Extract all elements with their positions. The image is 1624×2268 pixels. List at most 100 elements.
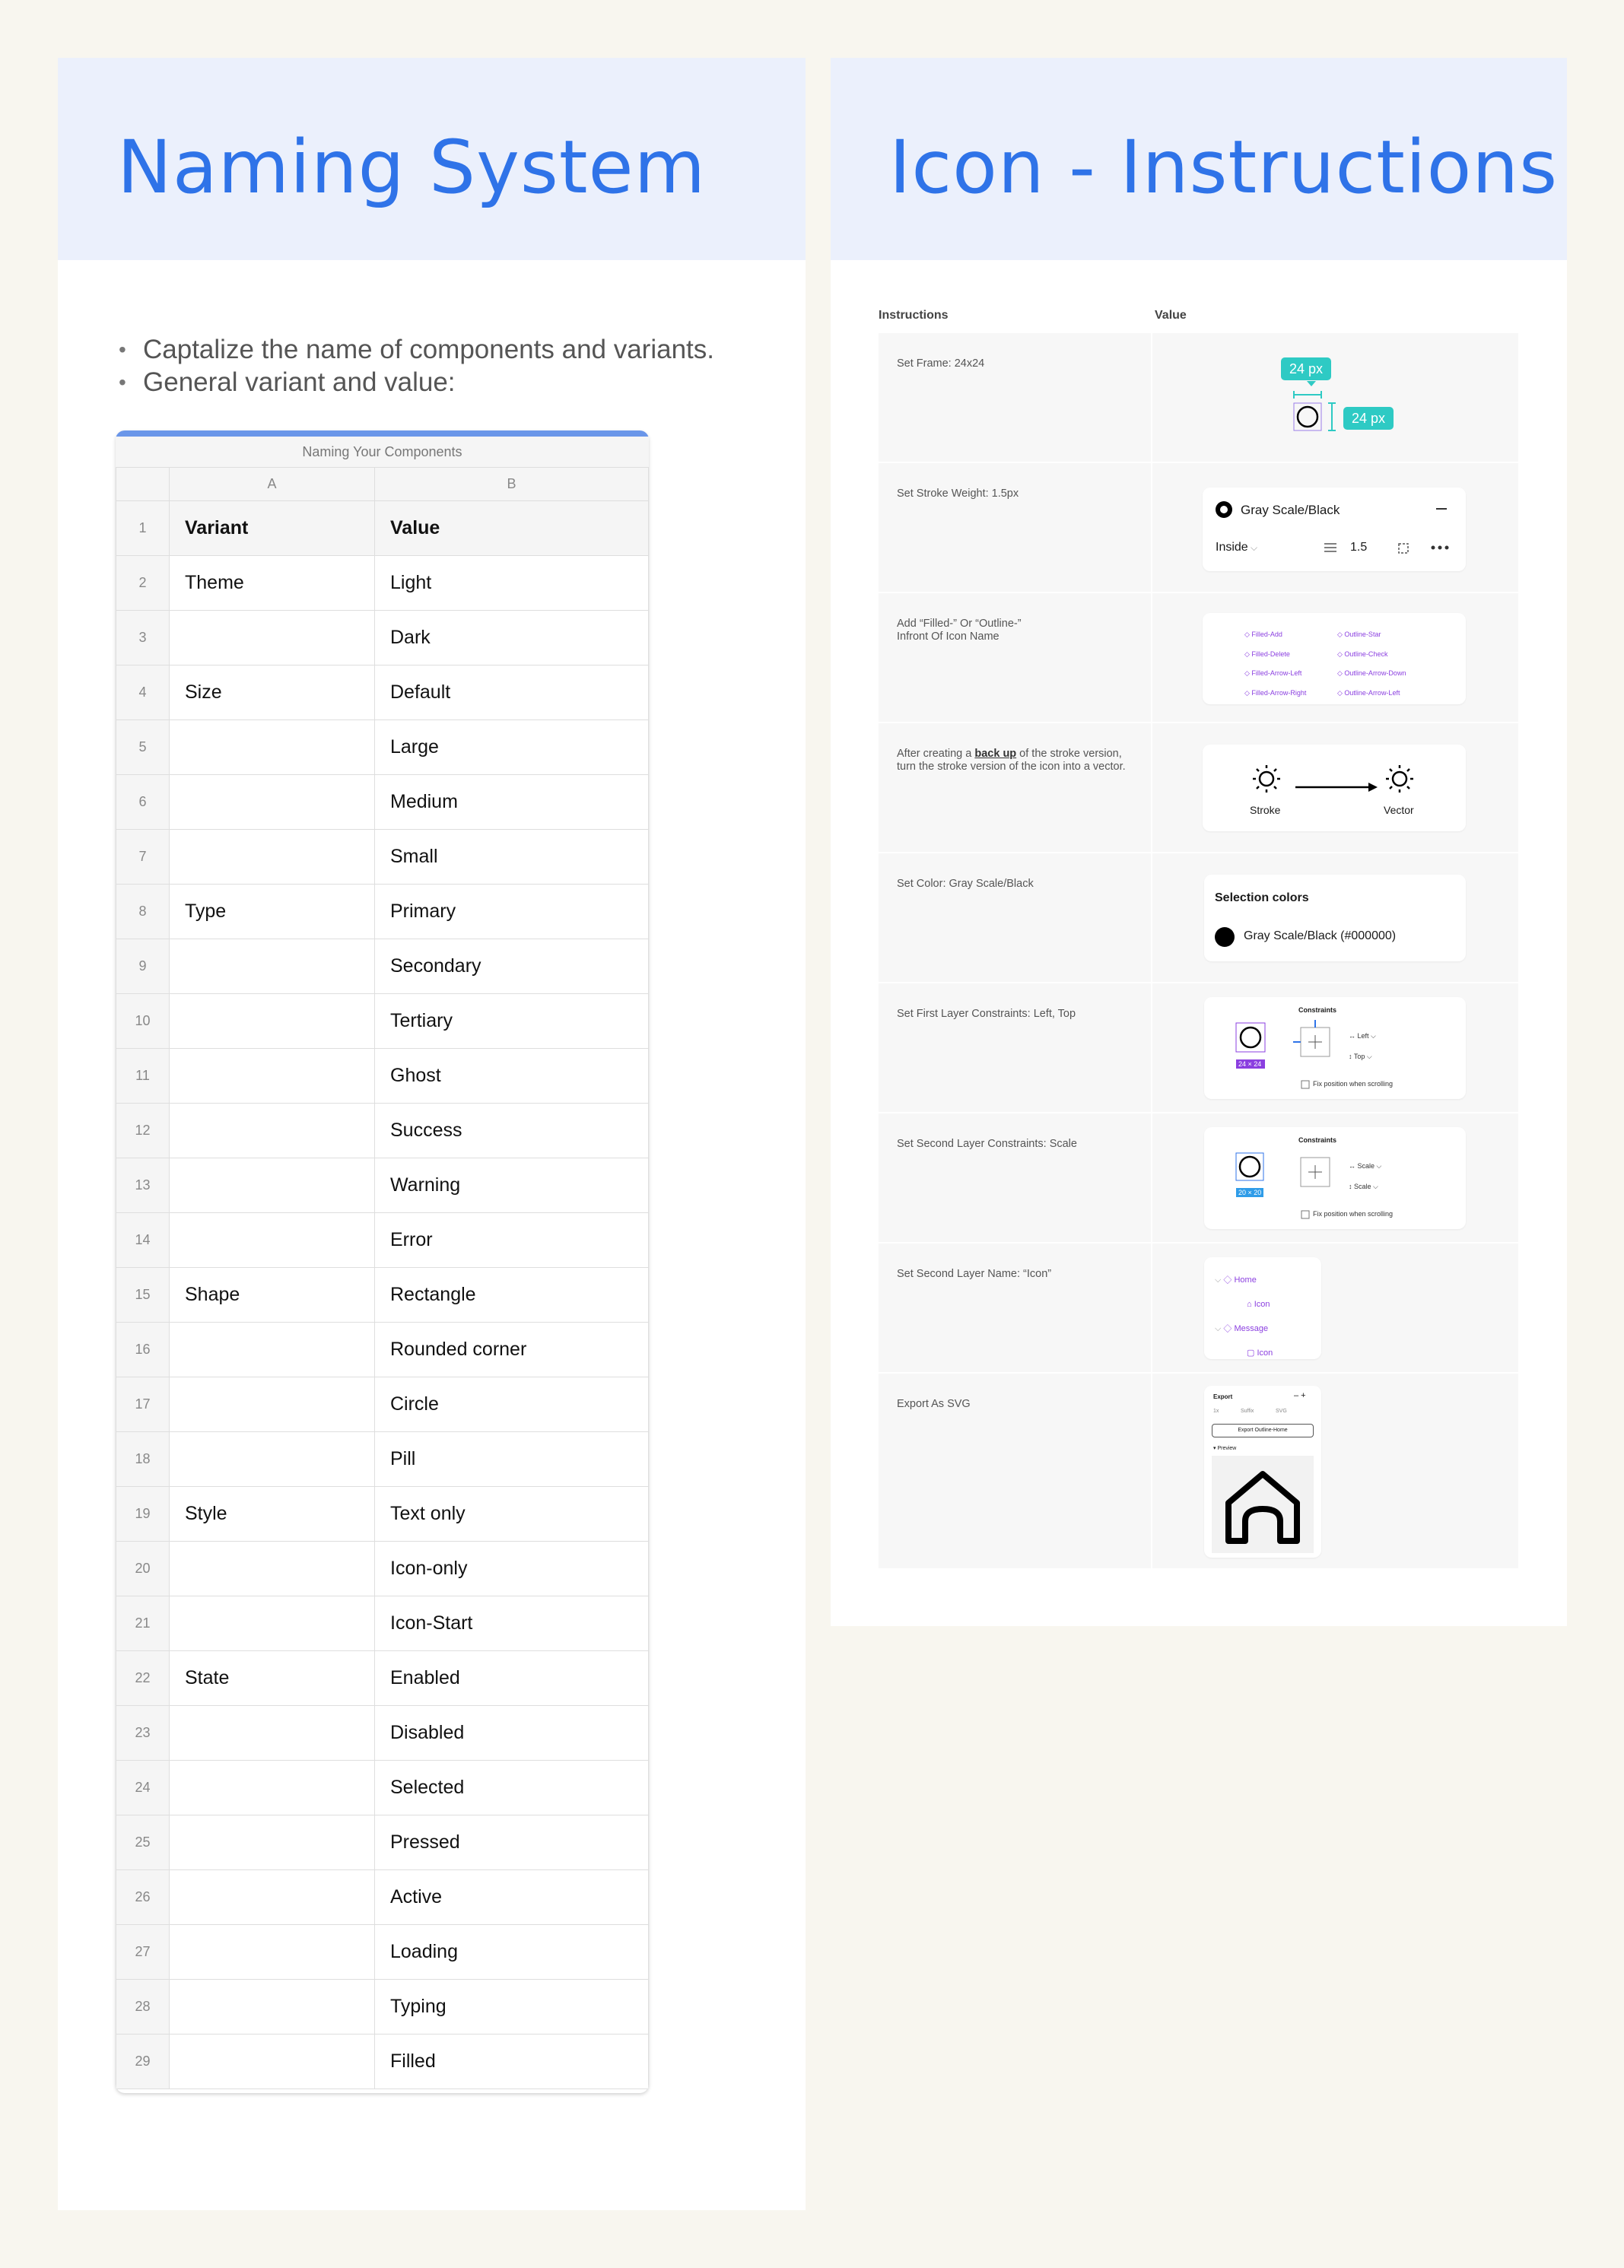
table-cell[interactable]: Pressed <box>374 1815 649 1870</box>
table-cell[interactable]: Default <box>374 665 649 720</box>
table-cell[interactable] <box>169 1924 375 1980</box>
table-cell[interactable] <box>169 1596 375 1651</box>
sheet-body: 2 Theme Light 3 Dark 4 Size Default 5 Large 6 Mediu… <box>116 555 649 2089</box>
naming-system-panel: Naming System Captalize the name of comp… <box>58 58 806 2210</box>
color-value[interactable]: Gray Scale/Black (#000000) <box>1244 929 1396 943</box>
column-header-b[interactable]: B <box>374 467 649 501</box>
table-cell[interactable] <box>169 993 375 1049</box>
constraints-card: 24 × 24 Constraints ↔ Left ⌵ ↕ Top ⌵ Fix… <box>1204 997 1466 1099</box>
export-suffix[interactable]: Suffix <box>1241 1409 1254 1414</box>
table-cell[interactable] <box>169 829 375 885</box>
table-cell[interactable] <box>169 1103 375 1158</box>
table-row: Set Color: Gray Scale/Black Selection co… <box>879 853 1518 983</box>
export-button[interactable]: Export Outline-Home <box>1212 1424 1314 1437</box>
horizontal-constraint[interactable]: ↔ Scale ⌵ <box>1349 1162 1381 1171</box>
table-cell[interactable]: Light <box>374 555 649 611</box>
table-cell[interactable] <box>169 1212 375 1268</box>
table-cell[interactable] <box>169 1158 375 1213</box>
export-actions[interactable]: – + <box>1294 1391 1306 1400</box>
export-preview-area <box>1212 1456 1314 1553</box>
table-row: Set Frame: 24x24 24 px 24 px <box>879 333 1518 463</box>
table-cell[interactable]: Disabled <box>374 1705 649 1761</box>
table-cell[interactable] <box>169 1431 375 1487</box>
table-row: 9 Secondary <box>116 939 649 994</box>
constraints-preview: 20 × 20 Constraints ↔ Scale ⌵ ↕ Scale ⌵ … <box>1152 1113 1518 1242</box>
table-row: 7 Small <box>116 829 649 885</box>
table-cell[interactable] <box>169 1760 375 1815</box>
table-cell[interactable]: State <box>169 1650 375 1706</box>
table-cell[interactable]: Filled <box>374 2034 649 2089</box>
row-number: 12 <box>116 1103 170 1158</box>
vertical-constraint[interactable]: ↕ Top ⌵ <box>1349 1053 1372 1061</box>
table-cell[interactable]: Variant <box>169 500 375 556</box>
table-cell[interactable] <box>169 1979 375 2035</box>
table-row: 13 Warning <box>116 1158 649 1213</box>
color-swatch[interactable] <box>1215 927 1235 947</box>
table-cell[interactable] <box>169 1322 375 1377</box>
table-cell[interactable]: Medium <box>374 774 649 830</box>
table-cell[interactable]: Loading <box>374 1924 649 1980</box>
table-cell[interactable] <box>169 1541 375 1596</box>
table-cell[interactable]: Primary <box>374 884 649 939</box>
table-cell[interactable] <box>169 2034 375 2089</box>
constraints-preview: 24 × 24 Constraints ↔ Left ⌵ ↕ Top ⌵ Fix… <box>1152 983 1518 1112</box>
table-cell[interactable] <box>169 719 375 775</box>
table-cell[interactable]: Circle <box>374 1377 649 1432</box>
table-cell[interactable]: Secondary <box>374 939 649 994</box>
stroke-weight[interactable]: 1.5 <box>1350 541 1367 554</box>
layer-item[interactable]: ⌵ ◇ Message <box>1215 1317 1273 1341</box>
table-cell[interactable]: Style <box>169 1486 375 1542</box>
size-badge: 24 × 24 <box>1238 1060 1262 1068</box>
table-cell[interactable] <box>169 610 375 665</box>
table-cell[interactable]: Warning <box>374 1158 649 1213</box>
table-cell[interactable]: Size <box>169 665 375 720</box>
table-cell[interactable]: Rectangle <box>374 1267 649 1323</box>
table-cell[interactable]: Rounded corner <box>374 1322 649 1377</box>
export-format[interactable]: SVG <box>1276 1409 1287 1414</box>
fix-position-label[interactable]: Fix position when scrolling <box>1313 1210 1393 1218</box>
stroke-panel: Gray Scale/Black Inside ⌵ 1.5 <box>1203 488 1466 571</box>
table-cell[interactable]: Value <box>374 500 649 556</box>
table-cell[interactable]: Active <box>374 1869 649 1925</box>
sheet-caption: Naming Your Components <box>116 437 649 467</box>
table-cell[interactable] <box>169 1815 375 1870</box>
stroke-position-dropdown[interactable]: Inside ⌵ <box>1216 541 1257 554</box>
table-cell[interactable] <box>169 1705 375 1761</box>
table-cell[interactable]: Pill <box>374 1431 649 1487</box>
layer-item[interactable]: ▢ Icon <box>1215 1341 1273 1365</box>
table-cell[interactable]: Large <box>374 719 649 775</box>
instruction-label: Set First Layer Constraints: Left, Top <box>879 983 1152 1112</box>
table-cell[interactable]: Error <box>374 1212 649 1268</box>
layer-item[interactable]: ⌂ Icon <box>1215 1292 1273 1317</box>
table-cell[interactable]: Icon-only <box>374 1541 649 1596</box>
fix-position-label[interactable]: Fix position when scrolling <box>1313 1080 1393 1088</box>
table-cell[interactable]: Small <box>374 829 649 885</box>
table-cell[interactable]: Dark <box>374 610 649 665</box>
table-cell[interactable]: Tertiary <box>374 993 649 1049</box>
table-cell[interactable] <box>169 939 375 994</box>
naming-system-header: Naming System <box>58 58 806 260</box>
table-cell[interactable]: Shape <box>169 1267 375 1323</box>
row-number: 29 <box>116 2034 170 2089</box>
preview-label[interactable]: ▾ Preview <box>1213 1445 1236 1451</box>
table-cell[interactable]: Success <box>374 1103 649 1158</box>
table-cell[interactable]: Typing <box>374 1979 649 2035</box>
table-cell[interactable] <box>169 1048 375 1104</box>
layer-item[interactable]: ⌵ ◇ Home <box>1215 1268 1273 1292</box>
instructions-table: Set Frame: 24x24 24 px 24 px Set Stroke … <box>879 333 1518 1570</box>
export-scale[interactable]: 1x <box>1213 1409 1219 1414</box>
vertical-constraint[interactable]: ↕ Scale ⌵ <box>1349 1183 1378 1191</box>
stroke-name[interactable]: Gray Scale/Black <box>1241 503 1340 518</box>
table-cell[interactable]: Enabled <box>374 1650 649 1706</box>
column-header-a[interactable]: A <box>169 467 375 501</box>
table-cell[interactable]: Text only <box>374 1486 649 1542</box>
table-cell[interactable]: Selected <box>374 1760 649 1815</box>
table-cell[interactable]: Icon-Start <box>374 1596 649 1651</box>
table-cell[interactable]: Ghost <box>374 1048 649 1104</box>
table-cell[interactable] <box>169 1377 375 1432</box>
table-cell[interactable]: Type <box>169 884 375 939</box>
table-cell[interactable]: Theme <box>169 555 375 611</box>
table-cell[interactable] <box>169 1869 375 1925</box>
horizontal-constraint[interactable]: ↔ Left ⌵ <box>1349 1032 1376 1040</box>
table-cell[interactable] <box>169 774 375 830</box>
